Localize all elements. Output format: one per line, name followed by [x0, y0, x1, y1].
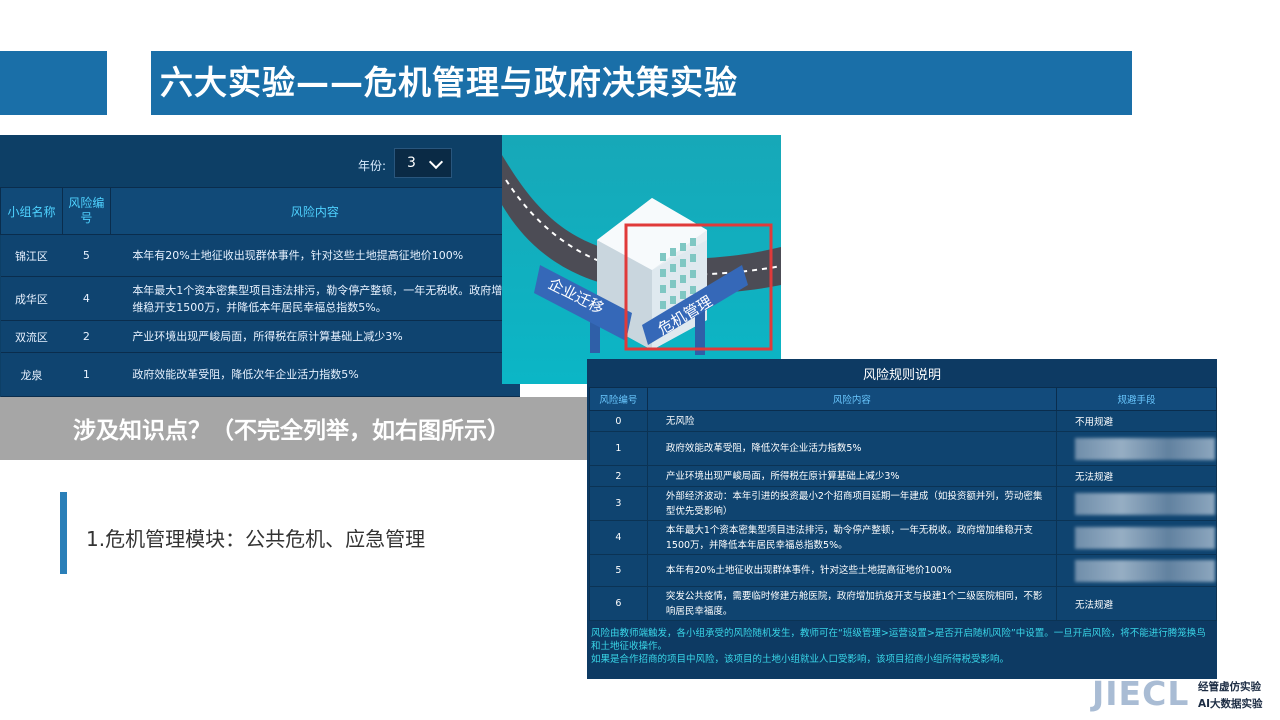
table-row: 6 突发公共疫情，需要临时修建方舱医院，政府增加抗疫开支与投建1个二级医院相同，… [589, 586, 1217, 621]
year-select[interactable]: 3 [394, 148, 452, 178]
cell-avoidance-redacted [1055, 486, 1217, 521]
cell-risk-content: 产业环境出现严峻局面，所得税在原计算基础上减少3% [646, 465, 1057, 487]
cell-risk-id: 4 [589, 520, 648, 555]
column-header-avoidance: 规避手段 [1055, 387, 1217, 411]
table-row: 1 政府效能改革受阻，降低次年企业活力指数5% [589, 431, 1217, 466]
cell-risk-id: 3 [589, 486, 648, 521]
cell-avoidance-redacted [1055, 520, 1217, 555]
table-row: 3 外部经济波动：本年引进的投资最小2个招商项目延期一年建成（如投资额并列，劳动… [589, 486, 1217, 521]
table-row: 5 本年有20%土地征收出现群体事件，针对这些土地提高征地价100% [589, 554, 1217, 587]
rules-table-header: 风险编号 风险内容 规避手段 [589, 387, 1217, 411]
cell-risk-content: 无风险 [646, 410, 1057, 432]
cell-risk-content: 本年最大1个资本密集型项目违法排污，勒令停产整顿，一年无税收。政府增加维稳开支1… [110, 276, 520, 321]
chevron-down-icon [428, 154, 444, 170]
cell-risk-content: 本年最大1个资本密集型项目违法排污，勒令停产整顿，一年无税收。政府增加维稳开支1… [646, 520, 1057, 555]
cell-risk-id: 2 [589, 465, 648, 487]
cell-risk-content: 外部经济波动：本年引进的投资最小2个招商项目延期一年建成（如投资额并列，劳动密集… [646, 486, 1057, 521]
column-header-risk-content: 风险内容 [109, 187, 520, 235]
cell-group: 锦江区 [0, 234, 63, 277]
cell-avoidance-redacted [1055, 554, 1217, 587]
page-title: 六大实验——危机管理与政府决策实验 [160, 63, 738, 102]
cell-avoidance: 无法规避 [1055, 586, 1217, 621]
illustration-graphic: 企业迁移 危机管理 [502, 135, 781, 384]
cell-avoidance: 无法规避 [1055, 465, 1217, 487]
brand-tagline-2: AI大数据实验 [1198, 698, 1263, 710]
cell-risk-id: 2 [62, 320, 111, 353]
cell-risk-id: 1 [589, 431, 648, 466]
header-accent-block [0, 51, 107, 115]
cell-risk-id: 6 [589, 586, 648, 621]
cell-risk-id: 5 [589, 554, 648, 587]
cell-risk-content: 本年有20%土地征收出现群体事件，针对这些土地提高征地价100% [110, 234, 520, 277]
table-row: 0 无风险 不用规避 [589, 410, 1217, 432]
table-row: 4 本年最大1个资本密集型项目违法排污，勒令停产整顿，一年无税收。政府增加维稳开… [589, 520, 1217, 555]
cell-risk-id: 5 [62, 234, 111, 277]
table-row: 龙泉 1 政府效能改革受阻，降低次年企业活力指数5% [0, 352, 520, 397]
cell-group: 双流区 [0, 320, 63, 353]
rules-note-line-2: 如果是合作招商的项目中风险，该项目的土地小组就业人口受影响，该项目招商小组所得税… [591, 654, 1010, 665]
cell-risk-content: 产业环境出现严峻局面，所得税在原计算基础上减少3% [110, 320, 520, 353]
cell-risk-content: 突发公共疫情，需要临时修建方舱医院，政府增加抗疫开支与投建1个二级医院相同，不影… [646, 586, 1057, 621]
module-accent-line [60, 492, 67, 574]
cell-risk-id: 0 [589, 410, 648, 432]
year-select-value: 3 [407, 155, 416, 171]
cell-avoidance: 不用规避 [1055, 410, 1217, 432]
column-header-risk-content: 风险内容 [646, 387, 1057, 411]
brand-logo: JIECL [1092, 674, 1190, 713]
table-row: 锦江区 5 本年有20%土地征收出现群体事件，针对这些土地提高征地价100% [0, 234, 520, 277]
risk-table-panel: 年份: 3 小组名称 风险编号 风险内容 锦江区 5 本年有20%土地征收出现群… [0, 135, 520, 397]
rules-note-line-1: 风险由教师端触发，各小组承受的风险随机发生，教师可在“班级管理>运营设置>是否开… [591, 628, 1206, 652]
risk-rules-title: 风险规则说明 [862, 368, 941, 383]
risk-table-header: 小组名称 风险编号 风险内容 [0, 187, 520, 235]
cell-risk-id: 4 [62, 276, 111, 321]
table-row: 2 产业环境出现严峻局面，所得税在原计算基础上减少3% 无法规避 [589, 465, 1217, 487]
column-header-group: 小组名称 [0, 187, 63, 235]
redacted-blur [1074, 526, 1215, 549]
cell-avoidance-redacted [1055, 431, 1217, 466]
cell-risk-content: 本年有20%土地征收出现群体事件，针对这些土地提高征地价100% [646, 554, 1057, 587]
table-row: 双流区 2 产业环境出现严峻局面，所得税在原计算基础上减少3% [0, 320, 520, 353]
module-text: 1.危机管理模块：公共危机、应急管理 [86, 527, 426, 551]
column-header-risk-id: 风险编号 [61, 187, 111, 235]
year-label: 年份: [358, 159, 387, 173]
cell-risk-id: 1 [62, 352, 111, 397]
risk-table: 小组名称 风险编号 风险内容 锦江区 5 本年有20%土地征收出现群体事件，针对… [0, 187, 520, 397]
redacted-blur [1074, 437, 1215, 460]
rules-note: 风险由教师端触发，各小组承受的风险随机发生，教师可在“班级管理>运营设置>是否开… [591, 627, 1213, 666]
risk-rules-table: 风险编号 风险内容 规避手段 0 无风险 不用规避 1 政府效能改革受阻，降低次… [589, 387, 1217, 621]
table-row: 成华区 4 本年最大1个资本密集型项目违法排污，勒令停产整顿，一年无税收。政府增… [0, 276, 520, 321]
redacted-blur [1074, 559, 1215, 582]
crisis-illustration: 企业迁移 危机管理 [502, 135, 781, 384]
cell-risk-content: 政府效能改革受阻，降低次年企业活力指数5% [110, 352, 520, 397]
cell-risk-content: 政府效能改革受阻，降低次年企业活力指数5% [646, 431, 1057, 466]
cell-group: 成华区 [0, 276, 63, 321]
brand-tagline-1: 经管虚仿实验 [1198, 681, 1261, 693]
cell-group: 龙泉 [0, 352, 63, 397]
column-header-risk-id: 风险编号 [589, 387, 648, 411]
risk-rules-panel: 风险规则说明 风险编号 风险内容 规避手段 0 无风险 不用规避 1 政府效能改… [587, 359, 1217, 679]
knowledge-title: 涉及知识点？（不完全列举，如右图所示） [73, 418, 510, 444]
redacted-blur [1074, 492, 1215, 515]
